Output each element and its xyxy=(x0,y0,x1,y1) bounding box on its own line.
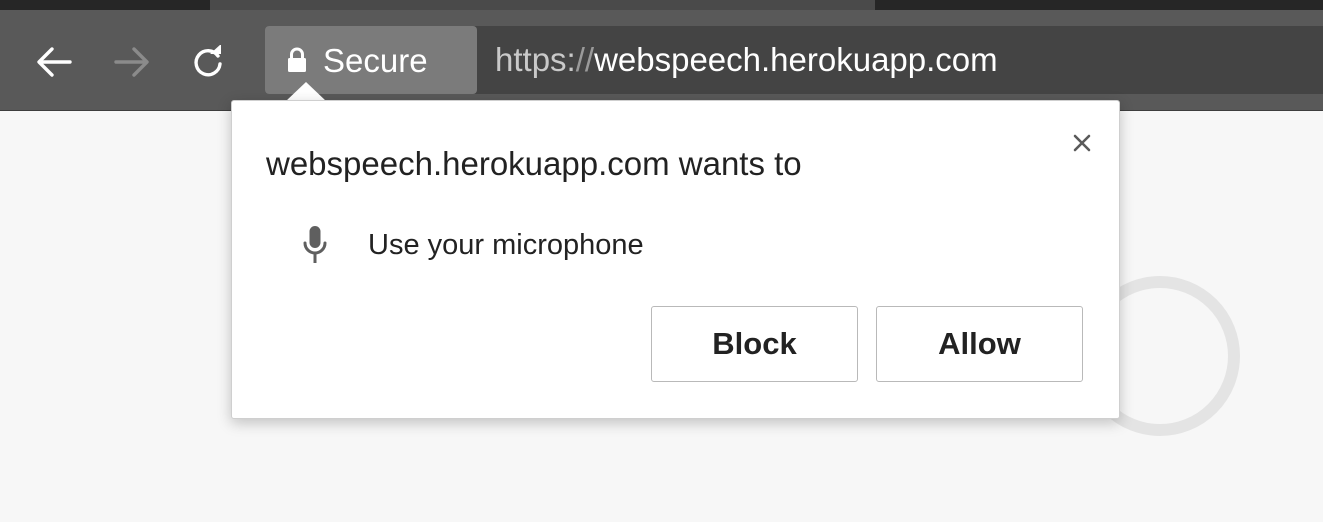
reload-button[interactable] xyxy=(186,34,230,90)
allow-button[interactable]: Allow xyxy=(876,306,1083,382)
reload-icon xyxy=(194,45,222,77)
permission-item: Use your microphone xyxy=(302,223,644,267)
prompt-title: webspeech.herokuapp.com wants to xyxy=(266,145,802,182)
security-label: Secure xyxy=(323,41,428,79)
microphone-icon xyxy=(303,226,327,263)
tab-strip xyxy=(0,0,1323,10)
browser-tab[interactable] xyxy=(0,0,210,10)
url-scheme: https: xyxy=(495,41,576,78)
arrow-right-icon xyxy=(114,47,149,77)
forward-button[interactable] xyxy=(110,34,154,90)
permission-prompt: webspeech.herokuapp.com wants to Use you… xyxy=(231,100,1120,419)
lock-icon xyxy=(288,47,306,72)
prompt-arrow xyxy=(286,82,326,101)
arrow-left-icon xyxy=(37,47,72,77)
back-button[interactable] xyxy=(32,34,76,90)
close-button[interactable] xyxy=(1066,127,1098,159)
block-button[interactable]: Block xyxy=(651,306,858,382)
url-separator: // xyxy=(575,41,595,78)
address-bar[interactable]: Secure https://webspeech.herokuapp.com xyxy=(265,26,1323,94)
permission-label: Use your microphone xyxy=(368,228,644,261)
url-host: webspeech.herokuapp.com xyxy=(594,41,998,78)
browser-tab[interactable] xyxy=(875,0,1323,10)
close-icon xyxy=(1073,134,1091,152)
url-text[interactable]: https://webspeech.herokuapp.com xyxy=(495,26,998,94)
browser-toolbar: Secure https://webspeech.herokuapp.com xyxy=(0,10,1323,111)
